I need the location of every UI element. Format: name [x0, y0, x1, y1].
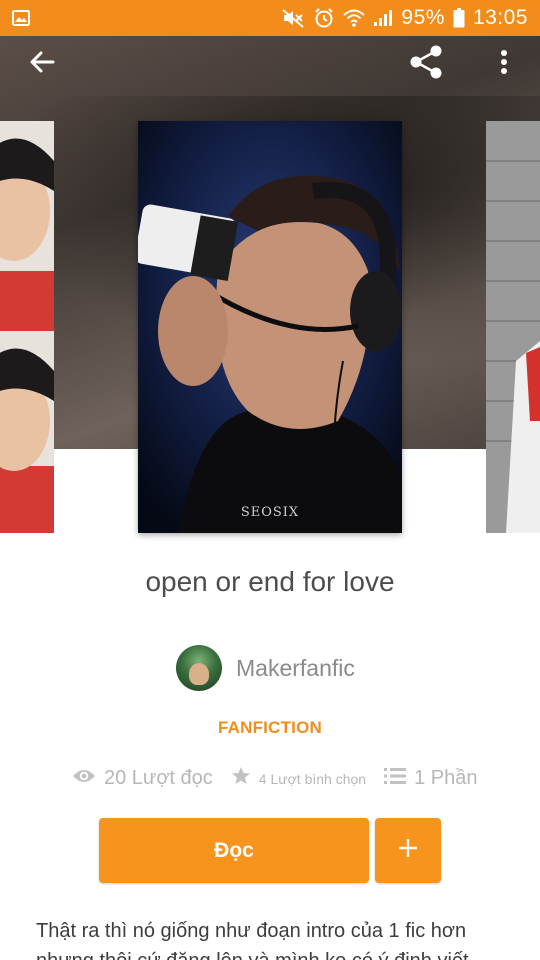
- reads-stat: 20 Lượt đọc: [72, 767, 213, 790]
- avatar[interactable]: [176, 645, 222, 691]
- mute-icon: [281, 8, 305, 28]
- status-bar: 95% 13:05: [0, 0, 540, 36]
- battery-icon: [453, 8, 465, 28]
- clock: 13:05: [472, 6, 528, 29]
- list-icon: [384, 767, 407, 790]
- story-cover[interactable]: SEOSIX: [138, 121, 402, 533]
- signal-icon: [373, 9, 393, 27]
- category-label[interactable]: FANFICTION: [0, 718, 540, 738]
- parts-stat[interactable]: 1 Phần: [384, 767, 477, 790]
- votes-stat: 4 Lượt bình chọn: [231, 766, 366, 791]
- back-button[interactable]: [20, 42, 64, 86]
- cover-watermark: SEOSIX: [240, 505, 300, 520]
- wifi-icon: [343, 8, 366, 28]
- star-icon: [231, 766, 251, 791]
- story-description: Thật ra thì nó giống như đoạn intro của …: [36, 916, 506, 960]
- author-name[interactable]: Makerfanfic: [236, 655, 355, 682]
- reads-count: 20 Lượt đọc: [104, 767, 213, 789]
- plus-icon: [397, 837, 419, 864]
- eye-icon: [72, 768, 96, 789]
- description-line: nhưng thôi cứ đăng lên và mình ko có ý đ…: [36, 946, 506, 960]
- next-cover[interactable]: [486, 121, 540, 533]
- previous-cover[interactable]: [0, 121, 54, 533]
- share-button[interactable]: [404, 42, 448, 86]
- votes-count: 4 Lượt bình chọn: [258, 770, 367, 787]
- more-options-button[interactable]: [482, 42, 526, 86]
- story-stats: 20 Lượt đọc 4 Lượt bình chọn 1 Phần: [72, 766, 495, 791]
- parts-count: 1 Phần: [414, 767, 478, 789]
- more-vert-icon: [500, 49, 508, 80]
- alarm-icon: [313, 7, 335, 29]
- share-icon: [407, 43, 445, 86]
- description-line: Thật ra thì nó giống như đoạn intro của …: [36, 920, 467, 942]
- story-title: open or end for love: [145, 566, 395, 597]
- battery-percent: 95%: [401, 6, 445, 29]
- read-button[interactable]: Đọc: [99, 818, 369, 883]
- back-arrow-icon: [29, 49, 55, 80]
- add-to-library-button[interactable]: [375, 818, 441, 883]
- author-link[interactable]: Makerfanfic: [176, 645, 355, 691]
- image-icon: [12, 10, 30, 26]
